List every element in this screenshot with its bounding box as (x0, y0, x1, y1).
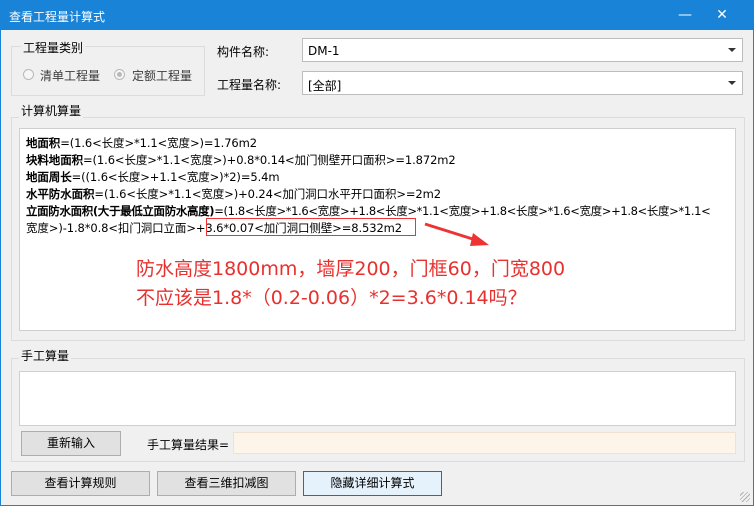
calc-line: 地面周长=((1.6<长度>+1.1<宽度>)*2)=5.4m (26, 170, 280, 184)
calc-line: 地面积=(1.6<长度>*1.1<宽度>)=1.76m2 (26, 136, 257, 150)
chevron-down-icon (728, 81, 736, 85)
bill-quantity-label[interactable]: 清单工程量 (40, 67, 100, 84)
calc-line: 块料地面积=(1.6<长度>*1.1<宽度>)+0.8*0.14<加门侧壁开口面… (26, 153, 456, 167)
manual-calc-label: 手工算量 (19, 347, 72, 364)
computer-calc-label: 计算机算量 (19, 102, 84, 119)
manual-result-field[interactable] (233, 432, 736, 454)
title-bar[interactable]: 查看工程量计算式 — ✕ (1, 1, 753, 30)
highlight-box (206, 218, 416, 236)
quantity-name-value: [全部] (308, 79, 342, 93)
calc-line: 水平防水面积=(1.6<长度>*1.1<宽度>)+0.24<加门洞口水平开口面积… (26, 187, 441, 201)
component-name-label: 构件名称: (217, 45, 270, 59)
resize-grip-icon[interactable] (740, 492, 750, 502)
quantity-name-select[interactable]: [全部] (302, 71, 743, 95)
close-button[interactable]: ✕ (711, 5, 733, 25)
category-group-label: 工程量类别 (21, 39, 86, 56)
manual-result-label: 手工算量结果= (147, 438, 230, 452)
manual-calc-input[interactable] (19, 371, 736, 426)
window-title: 查看工程量计算式 (9, 10, 106, 24)
chevron-down-icon (728, 48, 736, 52)
quota-quantity-radio[interactable] (114, 69, 125, 80)
hide-detail-button[interactable]: 隐藏详细计算式 (303, 471, 442, 496)
component-name-value: DM-1 (308, 44, 340, 58)
minimize-button[interactable]: — (674, 5, 696, 25)
view-rules-button[interactable]: 查看计算规则 (11, 471, 150, 496)
view-3d-button[interactable]: 查看三维扣减图 (157, 471, 296, 496)
calc-line: 立面防水面积(大于最低立面防水高度)=(1.8<长度>*1.6<宽度>+1.8<… (26, 204, 711, 218)
component-name-select[interactable]: DM-1 (302, 38, 743, 62)
bill-quantity-radio[interactable] (23, 69, 34, 80)
reenter-button[interactable]: 重新输入 (21, 431, 121, 456)
quantity-name-label: 工程量名称: (217, 78, 282, 92)
dialog-window: 查看工程量计算式 — ✕ 工程量类别 清单工程量 定额工程量 构件名称: DM-… (0, 0, 754, 506)
annotation-line-1: 防水高度1800mm，墙厚200，门框60，门宽800 (136, 258, 566, 280)
arrow-annotation-icon (424, 222, 489, 246)
annotation-line-2: 不应该是1.8*（0.2-0.06）*2=3.6*0.14吗？ (136, 287, 527, 309)
quota-quantity-label[interactable]: 定额工程量 (132, 67, 192, 84)
